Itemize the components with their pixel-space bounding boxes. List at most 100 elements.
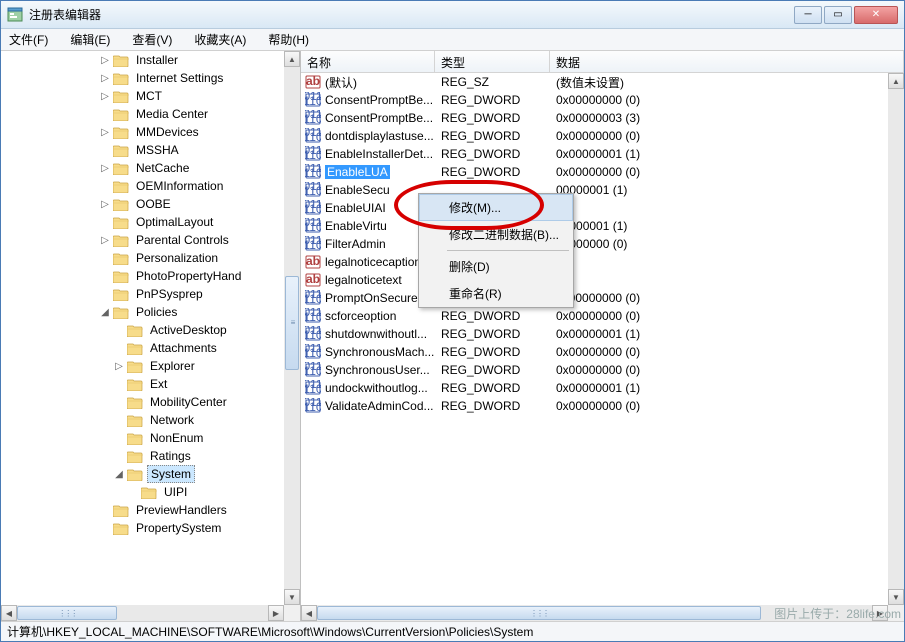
menu-help[interactable]: 帮助(H) bbox=[264, 29, 313, 50]
tree-item[interactable]: ▷ NetCache bbox=[1, 159, 284, 177]
list-row[interactable]: shutdownwithoutl...REG_DWORD0x00000001 (… bbox=[301, 325, 888, 343]
column-type[interactable]: 类型 bbox=[435, 51, 550, 72]
tree-label[interactable]: MCT bbox=[133, 88, 165, 104]
list-row[interactable]: SynchronousUser...REG_DWORD0x00000000 (0… bbox=[301, 361, 888, 379]
scroll-thumb[interactable]: ≡ bbox=[285, 276, 299, 370]
tree-label[interactable]: Explorer bbox=[147, 358, 198, 374]
tree-scrollbar-vertical[interactable]: ▲ ≡ ▼ bbox=[284, 51, 300, 605]
tree-item[interactable]: Media Center bbox=[1, 105, 284, 123]
list-row[interactable]: ValidateAdminCod...REG_DWORD0x00000000 (… bbox=[301, 397, 888, 415]
expand-icon[interactable]: ▷ bbox=[99, 126, 111, 138]
tree-item[interactable]: PreviewHandlers bbox=[1, 501, 284, 519]
tree-item[interactable]: OptimalLayout bbox=[1, 213, 284, 231]
list-row[interactable]: SynchronousMach...REG_DWORD0x00000000 (0… bbox=[301, 343, 888, 361]
tree-label[interactable]: Parental Controls bbox=[133, 232, 232, 248]
tree-scrollbar-horizontal[interactable]: ◀ ⋮⋮⋮ ▶ bbox=[1, 605, 284, 621]
tree-item[interactable]: ▷ Explorer bbox=[1, 357, 284, 375]
tree-item[interactable]: ▷Installer bbox=[1, 51, 284, 69]
tree-label[interactable]: MMDevices bbox=[133, 124, 202, 140]
tree-item[interactable]: OEMInformation bbox=[1, 177, 284, 195]
minimize-button[interactable]: ─ bbox=[794, 6, 822, 24]
list-row[interactable]: ConsentPromptBe...REG_DWORD0x00000003 (3… bbox=[301, 109, 888, 127]
scroll-track[interactable] bbox=[888, 89, 904, 589]
scroll-track[interactable]: ⋮⋮⋮ bbox=[17, 605, 268, 621]
tree-label[interactable]: PropertySystem bbox=[133, 520, 224, 536]
tree-label[interactable]: Ratings bbox=[147, 448, 194, 464]
tree-item[interactable]: NonEnum bbox=[1, 429, 284, 447]
tree-item[interactable]: UIPI bbox=[1, 483, 284, 501]
tree-label[interactable]: OptimalLayout bbox=[133, 214, 216, 230]
scroll-up-button[interactable]: ▲ bbox=[888, 73, 904, 89]
scroll-track[interactable]: ≡ bbox=[284, 67, 300, 589]
tree-label[interactable]: Internet Settings bbox=[133, 70, 226, 86]
tree-label[interactable]: NetCache bbox=[133, 160, 192, 176]
tree-item[interactable]: Network bbox=[1, 411, 284, 429]
maximize-button[interactable]: ▭ bbox=[824, 6, 852, 24]
expand-icon[interactable]: ▷ bbox=[99, 198, 111, 210]
tree-label[interactable]: UIPI bbox=[161, 484, 190, 500]
list-row[interactable]: EnableSecu00000001 (1) bbox=[301, 181, 888, 199]
list-row[interactable]: EnableUIAI bbox=[301, 199, 888, 217]
tree-label[interactable]: ActiveDesktop bbox=[147, 322, 230, 338]
tree-item[interactable]: ActiveDesktop bbox=[1, 321, 284, 339]
scroll-down-button[interactable]: ▼ bbox=[284, 589, 300, 605]
scroll-up-button[interactable]: ▲ bbox=[284, 51, 300, 67]
expand-icon[interactable]: ◢ bbox=[113, 468, 125, 480]
scroll-left-button[interactable]: ◀ bbox=[301, 605, 317, 621]
tree-item[interactable]: PropertySystem bbox=[1, 519, 284, 537]
tree-item[interactable]: PhotoPropertyHand bbox=[1, 267, 284, 285]
list-row[interactable]: legalnoticetextREG_SZ bbox=[301, 271, 888, 289]
tree-label[interactable]: OEMInformation bbox=[133, 178, 226, 194]
expand-icon[interactable]: ▷ bbox=[99, 234, 111, 246]
list-row[interactable]: EnableLUAREG_DWORD0x00000000 (0) bbox=[301, 163, 888, 181]
tree-item[interactable]: ▷Internet Settings bbox=[1, 69, 284, 87]
tree-item[interactable]: MSSHA bbox=[1, 141, 284, 159]
list-row[interactable]: dontdisplaylastuse...REG_DWORD0x00000000… bbox=[301, 127, 888, 145]
tree-item[interactable]: Personalization bbox=[1, 249, 284, 267]
context-rename[interactable]: 重命名(R) bbox=[419, 280, 573, 307]
menu-view[interactable]: 查看(V) bbox=[128, 29, 176, 50]
expand-icon[interactable]: ▷ bbox=[99, 54, 111, 66]
context-delete[interactable]: 删除(D) bbox=[419, 253, 573, 280]
context-modify[interactable]: 修改(M)... bbox=[419, 194, 573, 221]
tree-item[interactable]: Ratings bbox=[1, 447, 284, 465]
tree-label[interactable]: Ext bbox=[147, 376, 170, 392]
menu-favorites[interactable]: 收藏夹(A) bbox=[190, 29, 250, 50]
tree-item[interactable]: Ext bbox=[1, 375, 284, 393]
tree-label[interactable]: Media Center bbox=[133, 106, 211, 122]
scroll-down-button[interactable]: ▼ bbox=[888, 589, 904, 605]
list-row[interactable]: scforceoptionREG_DWORD0x00000000 (0) bbox=[301, 307, 888, 325]
tree-item[interactable]: ▷ OOBE bbox=[1, 195, 284, 213]
tree-label[interactable]: Personalization bbox=[133, 250, 221, 266]
tree-label[interactable]: NonEnum bbox=[147, 430, 206, 446]
context-modify-binary[interactable]: 修改二进制数据(B)... bbox=[419, 221, 573, 248]
titlebar[interactable]: 注册表编辑器 ─ ▭ ✕ bbox=[1, 1, 904, 29]
tree-view[interactable]: ▷Installer▷Internet Settings▷MCTMedia Ce… bbox=[1, 51, 284, 605]
close-button[interactable]: ✕ bbox=[854, 6, 898, 24]
tree-item[interactable]: ▷ Parental Controls bbox=[1, 231, 284, 249]
tree-label[interactable]: OOBE bbox=[133, 196, 174, 212]
expand-icon[interactable]: ▷ bbox=[99, 162, 111, 174]
tree-label[interactable]: PnPSysprep bbox=[133, 286, 206, 302]
list-scrollbar-vertical[interactable]: ▲ ▼ bbox=[888, 73, 904, 605]
list-row[interactable]: EnableInstallerDet...REG_DWORD0x00000001… bbox=[301, 145, 888, 163]
tree-label[interactable]: System bbox=[147, 465, 195, 483]
list-view[interactable]: (默认)REG_SZ(数值未设置)ConsentPromptBe...REG_D… bbox=[301, 73, 888, 605]
tree-item[interactable]: PnPSysprep bbox=[1, 285, 284, 303]
scroll-right-button[interactable]: ▶ bbox=[268, 605, 284, 621]
tree-item[interactable]: Attachments bbox=[1, 339, 284, 357]
tree-label[interactable]: Policies bbox=[133, 304, 180, 320]
tree-label[interactable]: MSSHA bbox=[133, 142, 182, 158]
scroll-left-button[interactable]: ◀ bbox=[1, 605, 17, 621]
list-row[interactable]: EnableVirtu00000001 (1) bbox=[301, 217, 888, 235]
column-data[interactable]: 数据 bbox=[550, 51, 904, 72]
list-row[interactable]: PromptOnSecureD...REG_DWORD0x00000000 (0… bbox=[301, 289, 888, 307]
tree-label[interactable]: MobilityCenter bbox=[147, 394, 230, 410]
tree-item[interactable]: ▷ MMDevices bbox=[1, 123, 284, 141]
list-row[interactable]: legalnoticecaptionREG_SZ bbox=[301, 253, 888, 271]
tree-label[interactable]: Attachments bbox=[147, 340, 220, 356]
menu-edit[interactable]: 编辑(E) bbox=[66, 29, 114, 50]
scroll-thumb[interactable]: ⋮⋮⋮ bbox=[17, 606, 117, 620]
expand-icon[interactable]: ▷ bbox=[113, 360, 125, 372]
expand-icon[interactable]: ▷ bbox=[99, 90, 111, 102]
